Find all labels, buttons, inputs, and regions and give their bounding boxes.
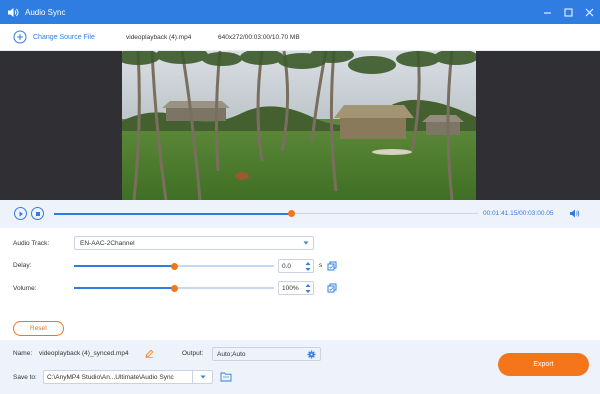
volume-value: 100% [282, 284, 299, 292]
export-button[interactable]: Export [498, 353, 589, 376]
save-to-dropdown-button[interactable] [192, 371, 212, 383]
save-to-label: Save to: [13, 374, 37, 381]
maximize-icon [564, 8, 573, 16]
delay-slider-handle[interactable] [170, 262, 178, 270]
change-source-file-button[interactable]: Change Source File [13, 30, 95, 44]
playback-timecode: 00:01:41.15/00:03:00.05 [483, 210, 554, 217]
maximize-button[interactable] [558, 0, 579, 24]
output-format-value: Auto;Auto [217, 350, 246, 358]
delay-value: 0.0 [282, 262, 292, 270]
playback-progress-handle[interactable] [287, 210, 295, 217]
stop-button[interactable] [31, 207, 44, 220]
video-preview-image [122, 51, 476, 200]
output-file-name: videoplayback (4)_synced.mp4 [39, 350, 129, 357]
delay-unit: s [319, 262, 323, 269]
volume-slider-fill [74, 287, 174, 289]
folder-icon[interactable] [220, 371, 232, 382]
stop-icon [35, 211, 40, 216]
audio-track-select[interactable]: EN-AAC-2Channel [74, 236, 314, 250]
chevron-down-icon [303, 241, 309, 245]
source-file-info: 640x272/00:03:00/10.70 MB [218, 34, 300, 41]
minimize-button[interactable] [537, 0, 558, 24]
video-preview-area [0, 51, 600, 200]
delay-label: Delay: [13, 262, 32, 269]
play-button[interactable] [14, 207, 27, 220]
chevron-down-icon [200, 375, 205, 379]
delay-slider[interactable] [74, 262, 274, 270]
apply-to-all-icon[interactable] [327, 283, 337, 293]
volume-spinner-icon[interactable] [305, 283, 311, 294]
reset-button[interactable]: Reset [13, 321, 64, 336]
volume-input[interactable]: 100% [278, 281, 314, 295]
output-format-field[interactable]: Auto;Auto [212, 347, 321, 361]
change-source-file-label: Change Source File [33, 33, 95, 41]
play-icon [19, 211, 23, 216]
playback-controls: 00:01:41.15/00:03:00.05 [0, 200, 600, 228]
playback-progress-fill [54, 212, 292, 215]
save-to-path-field[interactable]: C:\AnyMP4 Studio\An...Ultimate\Audio Syn… [43, 370, 213, 384]
gear-icon[interactable] [307, 350, 316, 359]
output-label: Output: [182, 350, 204, 357]
sync-settings-panel: Audio Track: EN-AAC-2Channel Delay: 0.0 … [0, 228, 600, 340]
minimize-icon [544, 12, 551, 13]
output-bar: Name: videoplayback (4)_synced.mp4 Outpu… [0, 340, 600, 394]
save-to-path-value: C:\AnyMP4 Studio\An...Ultimate\Audio Syn… [47, 373, 174, 381]
video-frame [122, 51, 476, 200]
delay-slider-fill [74, 265, 174, 267]
volume-slider-handle[interactable] [170, 284, 178, 292]
edit-name-icon[interactable] [145, 349, 154, 358]
delay-input[interactable]: 0.0 [278, 259, 314, 273]
audio-track-label: Audio Track: [13, 240, 50, 247]
add-circle-icon [13, 30, 27, 44]
volume-slider[interactable] [74, 284, 274, 292]
file-bar: Change Source File videoplayback (4).mp4… [0, 24, 600, 51]
name-label: Name: [13, 350, 33, 357]
close-icon [585, 8, 594, 16]
source-file-name: videoplayback (4).mp4 [126, 34, 192, 41]
volume-icon[interactable] [569, 208, 580, 219]
close-button[interactable] [579, 0, 600, 24]
playback-progress-bar[interactable] [54, 210, 478, 217]
window-title: Audio Sync [25, 7, 66, 17]
audio-track-value: EN-AAC-2Channel [80, 239, 135, 247]
title-bar: Audio Sync [0, 0, 600, 24]
volume-label: Volume: [13, 285, 37, 292]
apply-to-all-icon[interactable] [327, 261, 337, 271]
audio-sync-app-icon [8, 7, 19, 17]
delay-spinner-icon[interactable] [305, 261, 311, 272]
